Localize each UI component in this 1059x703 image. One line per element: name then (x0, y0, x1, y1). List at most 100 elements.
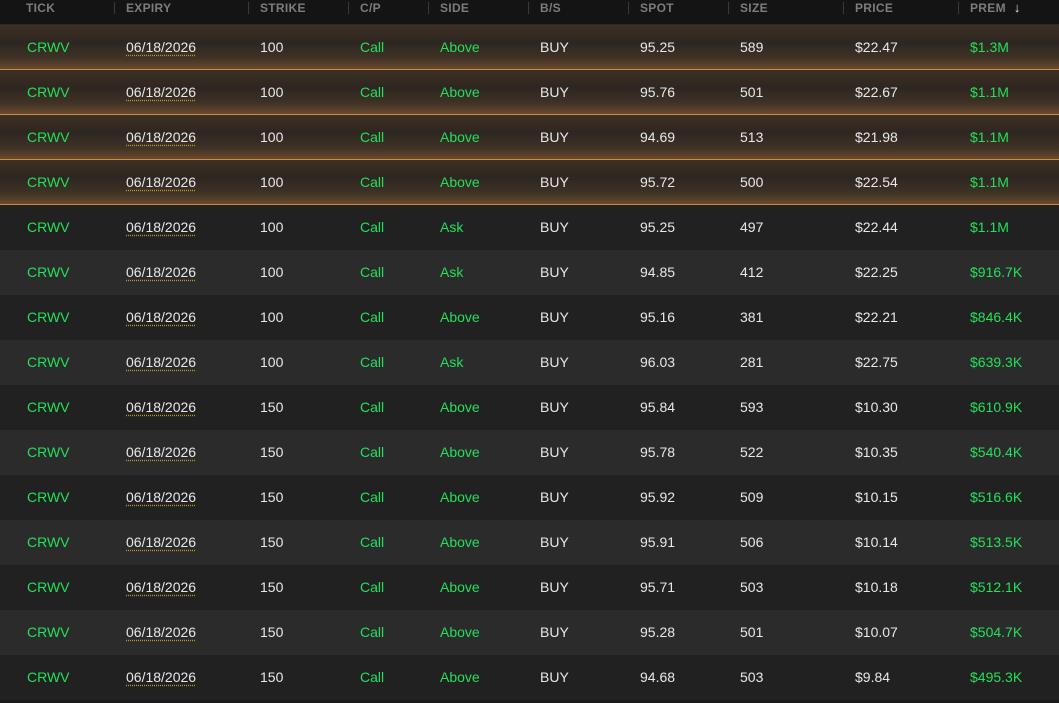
table-row[interactable]: CRWV 06/18/2026 150 Call Above BUY 95.84 593 $10… (0, 385, 1059, 430)
column-header-prem[interactable]: PREM ↓ (970, 0, 1021, 16)
cell-premium: $1.1M (970, 129, 1009, 145)
cell-premium: $1.3M (970, 39, 1009, 55)
cell-size: 381 (740, 309, 764, 325)
cell-call-put: Call (360, 444, 385, 460)
cell-strike: 150 (260, 399, 284, 415)
table-row[interactable]: CRWV 06/18/2026 100 Call Above BUY 95.25 589 $22… (0, 25, 1059, 70)
cell-side: Above (440, 399, 480, 415)
table-row[interactable]: CRWV 06/18/2026 150 Call Above BUY 95.92 509 $10… (0, 475, 1059, 520)
column-separator[interactable] (958, 2, 959, 14)
cell-strike: 100 (260, 309, 284, 325)
cell-side: Ask (440, 354, 464, 370)
cell-side: Above (440, 489, 480, 505)
cell-call-put: Call (360, 399, 385, 415)
cell-expiry: 06/18/2026 (126, 84, 197, 100)
table-row[interactable]: CRWV 06/18/2026 150 Call Above BUY 95.91 506 $10… (0, 520, 1059, 565)
column-header-spot[interactable]: SPOT (640, 0, 674, 16)
table-row[interactable]: CRWV 06/18/2026 100 Call Above BUY 95.72 500 $22… (0, 160, 1059, 205)
column-separator[interactable] (628, 2, 629, 14)
cell-expiry: 06/18/2026 (126, 624, 197, 640)
cell-buy-sell: BUY (540, 669, 569, 685)
table-row[interactable]: CRWV 06/18/2026 100 Call Ask BUY 94.85 412 $22.2… (0, 250, 1059, 295)
table-body: CRWV 06/18/2026 100 Call Above BUY 95.25 589 $22… (0, 25, 1059, 700)
cell-side: Above (440, 309, 480, 325)
cell-premium: $1.1M (970, 174, 1009, 190)
table-row[interactable]: CRWV 06/18/2026 100 Call Ask BUY 96.03 281 $22.7… (0, 340, 1059, 385)
cell-size: 412 (740, 264, 764, 280)
table-row[interactable]: CRWV 06/18/2026 100 Call Above BUY 95.16 381 $22… (0, 295, 1059, 340)
cell-spot: 95.71 (640, 579, 676, 595)
cell-side: Ask (440, 219, 464, 235)
table-row[interactable]: CRWV 06/18/2026 100 Call Ask BUY 95.25 497 $22.4… (0, 205, 1059, 250)
cell-tick: CRWV (27, 444, 70, 460)
column-header-cp[interactable]: C/P (360, 0, 381, 16)
cell-buy-sell: BUY (540, 489, 569, 505)
arrow-down-icon[interactable]: ↓ (1014, 0, 1021, 16)
cell-expiry: 06/18/2026 (126, 264, 197, 280)
table-row[interactable]: CRWV 06/18/2026 100 Call Above BUY 94.69 513 $21… (0, 115, 1059, 160)
cell-call-put: Call (360, 174, 385, 190)
column-separator[interactable] (428, 2, 429, 14)
cell-spot: 95.28 (640, 624, 676, 640)
cell-strike: 150 (260, 624, 284, 640)
column-header-bs[interactable]: B/S (540, 0, 561, 16)
cell-side: Above (440, 669, 480, 685)
cell-tick: CRWV (27, 669, 70, 685)
table-row[interactable]: CRWV 06/18/2026 150 Call Above BUY 95.28 501 $10… (0, 610, 1059, 655)
cell-size: 497 (740, 219, 764, 235)
cell-strike: 100 (260, 219, 284, 235)
cell-tick: CRWV (27, 354, 70, 370)
table-row[interactable]: CRWV 06/18/2026 100 Call Above BUY 95.76 501 $22… (0, 70, 1059, 115)
table-row[interactable]: CRWV 06/18/2026 150 Call Above BUY 94.68 503 $9.… (0, 655, 1059, 700)
cell-price: $22.47 (855, 39, 898, 55)
cell-strike: 100 (260, 129, 284, 145)
column-header-tick[interactable]: TICK (26, 0, 55, 16)
cell-expiry: 06/18/2026 (126, 354, 197, 370)
cell-spot: 95.78 (640, 444, 676, 460)
cell-call-put: Call (360, 264, 385, 280)
cell-price: $22.25 (855, 264, 898, 280)
cell-size: 509 (740, 489, 764, 505)
column-header-strike[interactable]: STRIKE (260, 0, 306, 16)
column-header-price[interactable]: PRICE (855, 0, 893, 16)
column-header-side[interactable]: SIDE (440, 0, 469, 16)
cell-price: $22.44 (855, 219, 898, 235)
cell-buy-sell: BUY (540, 39, 569, 55)
cell-buy-sell: BUY (540, 264, 569, 280)
cell-premium: $516.6K (970, 489, 1023, 505)
cell-spot: 95.25 (640, 219, 676, 235)
table-row[interactable]: CRWV 06/18/2026 150 Call Above BUY 95.71 503 $10… (0, 565, 1059, 610)
cell-premium: $1.1M (970, 219, 1009, 235)
column-separator[interactable] (843, 2, 844, 14)
cell-tick: CRWV (27, 624, 70, 640)
column-separator[interactable] (248, 2, 249, 14)
column-separator[interactable] (348, 2, 349, 14)
cell-call-put: Call (360, 669, 385, 685)
cell-expiry: 06/18/2026 (126, 534, 197, 550)
column-separator[interactable] (728, 2, 729, 14)
column-header-expiry[interactable]: EXPIRY (126, 0, 171, 16)
cell-buy-sell: BUY (540, 399, 569, 415)
column-separator[interactable] (114, 2, 115, 14)
cell-spot: 94.69 (640, 129, 676, 145)
cell-premium: $610.9K (970, 399, 1023, 415)
cell-buy-sell: BUY (540, 84, 569, 100)
cell-buy-sell: BUY (540, 444, 569, 460)
cell-expiry: 06/18/2026 (126, 129, 197, 145)
cell-price: $10.14 (855, 534, 898, 550)
cell-price: $10.30 (855, 399, 898, 415)
table-row[interactable]: CRWV 06/18/2026 150 Call Above BUY 95.78 522 $10… (0, 430, 1059, 475)
cell-premium: $916.7K (970, 264, 1023, 280)
cell-call-put: Call (360, 354, 385, 370)
cell-premium: $504.7K (970, 624, 1023, 640)
cell-tick: CRWV (27, 579, 70, 595)
cell-spot: 95.16 (640, 309, 676, 325)
cell-tick: CRWV (27, 534, 70, 550)
cell-size: 522 (740, 444, 764, 460)
cell-spot: 95.25 (640, 39, 676, 55)
cell-side: Above (440, 174, 480, 190)
cell-spot: 96.03 (640, 354, 676, 370)
column-separator[interactable] (528, 2, 529, 14)
cell-call-put: Call (360, 219, 385, 235)
column-header-size[interactable]: SIZE (740, 0, 768, 16)
